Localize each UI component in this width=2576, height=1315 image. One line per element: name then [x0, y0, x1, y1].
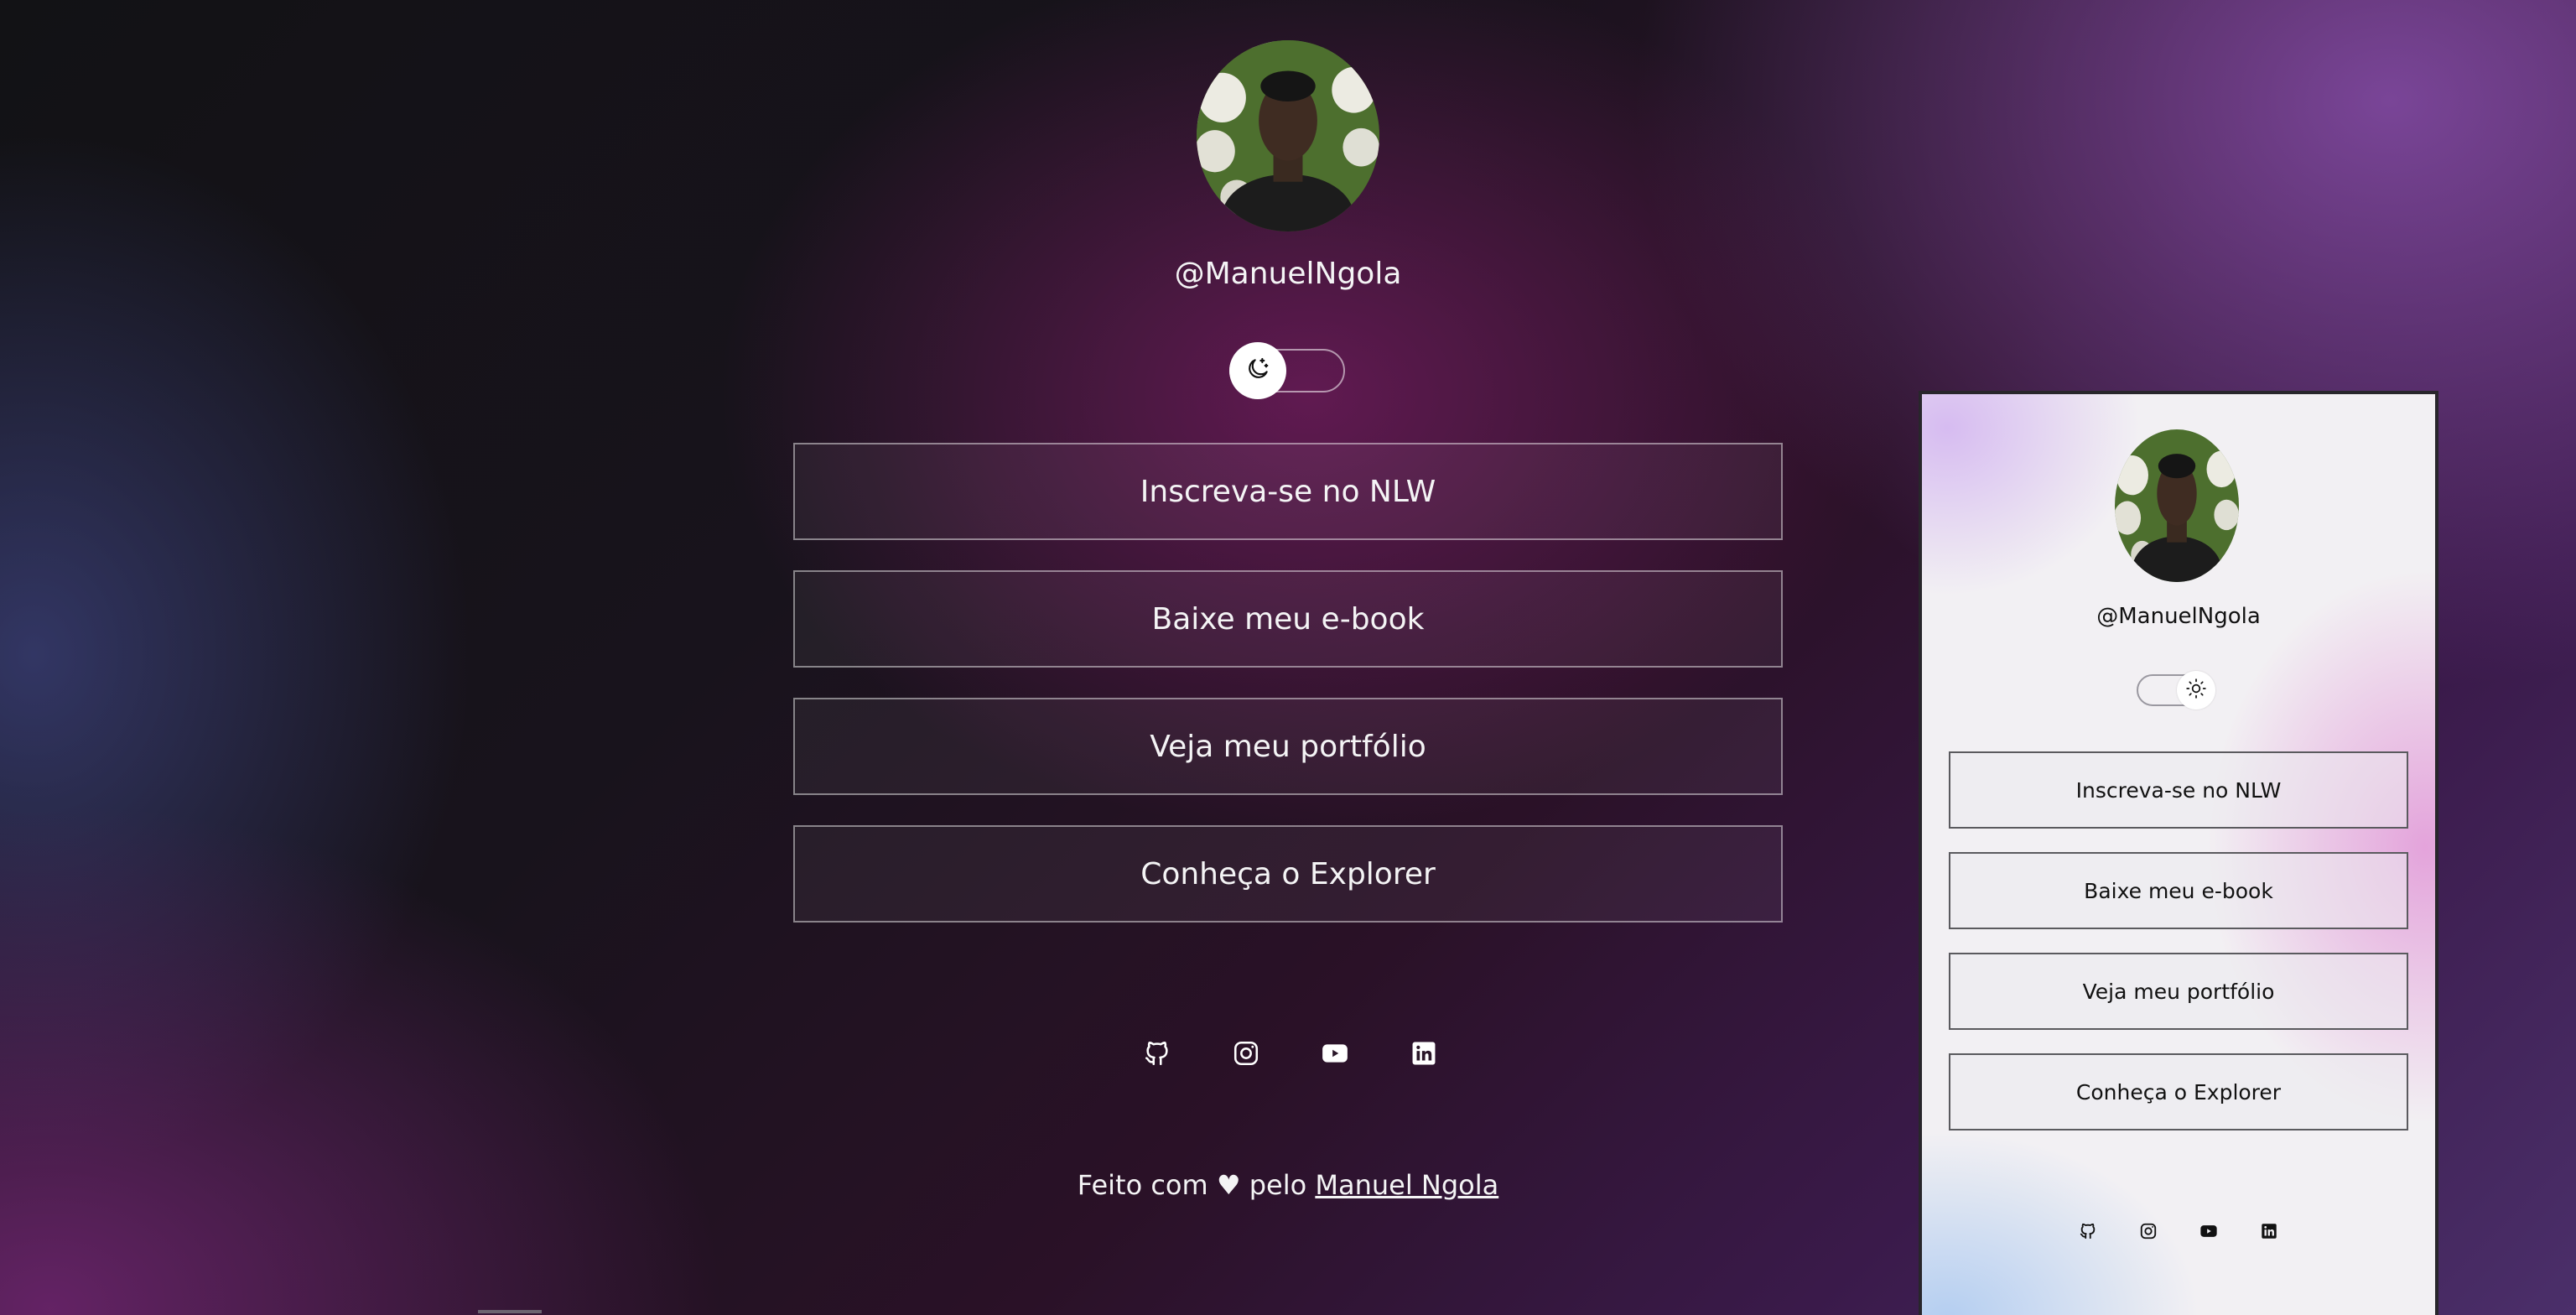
link-button-portfolio-preview[interactable]: Veja meu portfólio — [1949, 953, 2408, 1030]
link-button-portfolio[interactable]: Veja meu portfólio — [793, 698, 1783, 795]
link-button-explorer-preview[interactable]: Conheça o Explorer — [1949, 1053, 2408, 1130]
link-button-nlw[interactable]: Inscreva-se no NLW — [793, 443, 1783, 540]
github-icon[interactable] — [2078, 1221, 2098, 1241]
social-links-preview — [2078, 1221, 2279, 1241]
linkedin-icon[interactable] — [2259, 1221, 2279, 1241]
youtube-icon[interactable] — [2199, 1221, 2219, 1241]
youtube-icon[interactable] — [1318, 1037, 1352, 1070]
link-button-nlw-preview[interactable]: Inscreva-se no NLW — [1949, 751, 2408, 829]
profile-handle-preview: @ManuelNgola — [2096, 604, 2261, 629]
link-list: Inscreva-se no NLW Baixe meu e-book Veja… — [793, 443, 1783, 953]
linkedin-icon[interactable] — [1407, 1037, 1441, 1070]
social-links — [1140, 1037, 1441, 1070]
author-link[interactable]: Manuel Ngola — [1315, 1169, 1498, 1201]
link-button-explorer[interactable]: Conheça o Explorer — [793, 825, 1783, 923]
sun-icon — [2185, 678, 2207, 703]
instagram-icon[interactable] — [1229, 1037, 1263, 1070]
link-list-preview: Inscreva-se no NLW Baixe meu e-book Veja… — [1949, 751, 2408, 1154]
mobile-light-preview: @ManuelNgola Inscreva-se no NLW Baixe me… — [1919, 391, 2438, 1315]
instagram-icon[interactable] — [2138, 1221, 2158, 1241]
avatar-photo-preview — [2115, 429, 2239, 582]
theme-toggle-knob-preview[interactable] — [2177, 671, 2215, 709]
link-button-ebook-preview[interactable]: Baixe meu e-book — [1949, 852, 2408, 929]
scroll-indicator — [478, 1310, 542, 1313]
moon-stars-icon — [1244, 356, 1271, 386]
theme-toggle-knob[interactable] — [1229, 342, 1286, 399]
avatar-photo — [1197, 40, 1379, 231]
footer-text: Feito com ♥ pelo — [1077, 1169, 1307, 1201]
profile-handle: @ManuelNgola — [1174, 257, 1402, 291]
github-icon[interactable] — [1140, 1037, 1174, 1070]
link-button-ebook[interactable]: Baixe meu e-book — [793, 570, 1783, 668]
avatar — [1197, 40, 1379, 231]
avatar-preview — [2115, 429, 2239, 582]
